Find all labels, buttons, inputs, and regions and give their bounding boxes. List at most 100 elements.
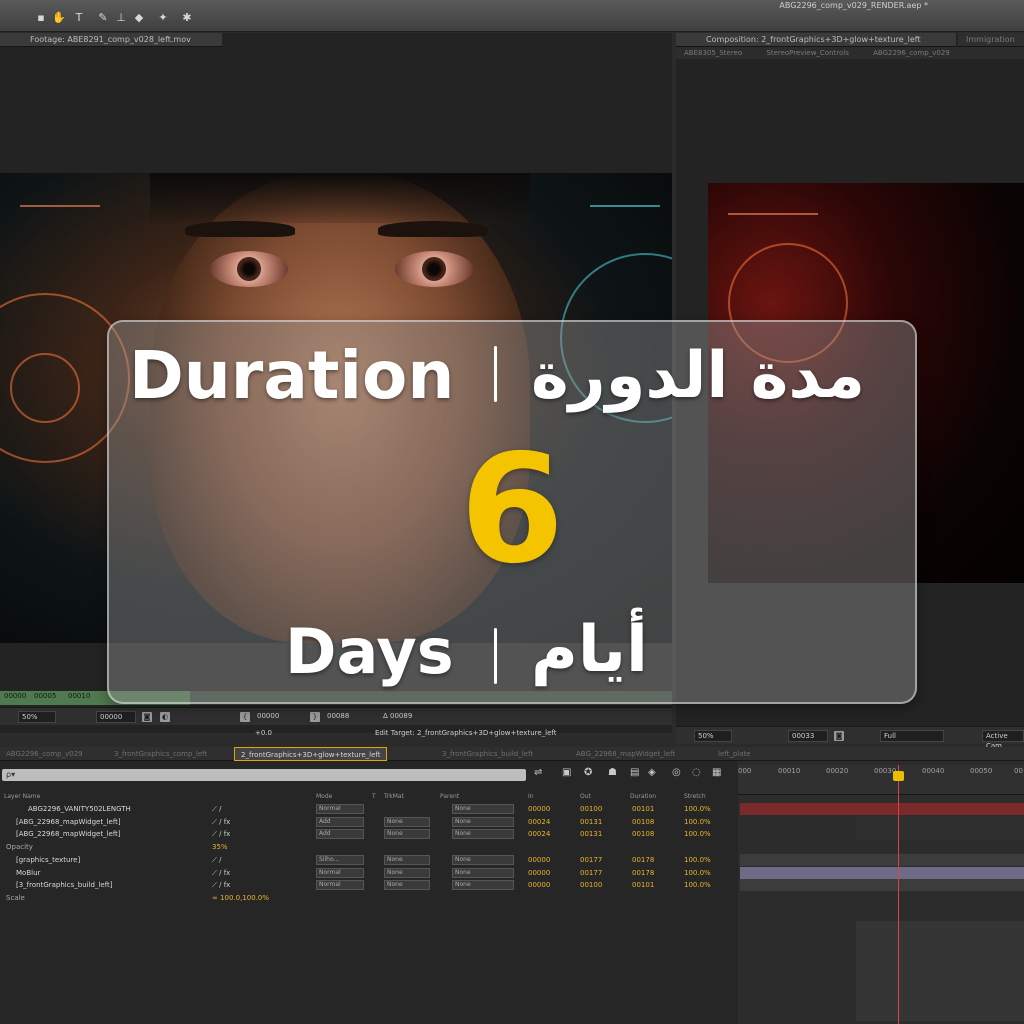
render-icon[interactable]: ▦ [712, 767, 721, 778]
timeline-graph[interactable]: 000 00010 00020 00030 00040 00050 00 [738, 761, 1024, 1024]
brainstorm-icon[interactable]: ◌ [692, 767, 701, 778]
clone-tool-icon[interactable]: ⊥ [114, 11, 128, 25]
layer-switches[interactable]: ⟋ ∕ fx [212, 879, 230, 891]
layer-out[interactable]: 00177 [580, 867, 602, 879]
hand-tool-icon[interactable]: ✋ [52, 11, 66, 25]
layer-search-input[interactable]: ρ▾ [2, 769, 526, 781]
layer-in[interactable]: 00024 [528, 828, 550, 840]
puppet-tool-icon[interactable]: ✱ [180, 11, 194, 25]
layer-parent-select[interactable]: None [452, 804, 514, 814]
timeline-tab[interactable]: ABG2296_comp_v029 [0, 747, 89, 761]
layer-row[interactable]: [graphics_texture] ⟋ ∕ Silho... None Non… [0, 854, 736, 866]
layer-row[interactable]: [3_frontGraphics_build_left] ⟋ ∕ fx Norm… [0, 879, 736, 891]
layer-row[interactable]: [ABG_22968_mapWidget_left] ⟋ ∕ fx Add No… [0, 828, 736, 840]
comp-mini-flowchart-icon[interactable]: ⇌ [534, 767, 542, 778]
col-out[interactable]: Out [580, 793, 591, 800]
layer-in[interactable]: 00024 [528, 816, 550, 828]
col-duration[interactable]: Duration [630, 793, 656, 800]
col-mode[interactable]: Mode [316, 793, 332, 800]
layer-bar[interactable] [740, 854, 1024, 866]
layer-bar[interactable] [740, 879, 1024, 891]
comp-timecode[interactable]: 00033 [788, 730, 828, 742]
shy-icon[interactable]: ☗ [608, 767, 617, 778]
layer-in[interactable]: 00000 [528, 867, 550, 879]
layer-duration[interactable]: 00101 [632, 879, 654, 891]
scale-property[interactable]: Scale ∞ 100.0,100.0% [0, 892, 736, 904]
layer-trkmat-select[interactable]: None [384, 855, 430, 865]
comp-snapshot-icon[interactable]: ◙ [834, 731, 844, 741]
layer-out[interactable]: 00100 [580, 803, 602, 815]
layer-stretch[interactable]: 100.0% [684, 828, 711, 840]
layer-in[interactable]: 00000 [528, 803, 550, 815]
layer-mode-select[interactable]: Normal [316, 804, 364, 814]
subtab-stereo[interactable]: ABE8305_Stereo [684, 49, 742, 57]
layer-mode-select[interactable]: Normal [316, 880, 364, 890]
timeline-tab[interactable]: ABG_22968_mapWidget_left [570, 747, 681, 761]
comp-zoom-select[interactable]: 50% [694, 730, 732, 742]
layer-switches[interactable]: ⟋ ∕ [212, 854, 221, 866]
layer-bar[interactable] [740, 803, 1024, 815]
layer-switches[interactable]: ⟋ ∕ [212, 803, 221, 815]
layer-parent-select[interactable]: None [452, 855, 514, 865]
col-trkmat[interactable]: TrkMat [384, 793, 404, 800]
immigration-tab[interactable]: Immigration [958, 33, 1024, 47]
col-in[interactable]: In [528, 793, 534, 800]
footage-tab[interactable]: Footage: ABE8291_comp_v028_left.mov [0, 33, 222, 47]
layer-out[interactable]: 00131 [580, 828, 602, 840]
layer-duration[interactable]: 00178 [632, 867, 654, 879]
motion-blur-icon[interactable]: ◈ [648, 767, 656, 778]
timeline-tab[interactable]: 3_frontGraphics_comp_left [108, 747, 213, 761]
footage-zoom-select[interactable]: 50% [18, 711, 56, 723]
layer-parent-select[interactable]: None [452, 829, 514, 839]
layer-duration[interactable]: 00108 [632, 816, 654, 828]
subtab-stereo-preview[interactable]: StereoPreview_Controls [766, 49, 849, 57]
layer-duration[interactable]: 00178 [632, 854, 654, 866]
col-t[interactable]: T [372, 793, 376, 800]
layer-parent-select[interactable]: None [452, 880, 514, 890]
layer-out[interactable]: 00100 [580, 879, 602, 891]
timeline-tab-active[interactable]: 2_frontGraphics+3D+glow+texture_left [234, 747, 388, 761]
graph-editor-icon[interactable]: ◎ [672, 767, 681, 778]
pen-tool-icon[interactable]: ✎ [96, 11, 110, 25]
layer-parent-select[interactable]: None [452, 868, 514, 878]
channel-icon[interactable]: ◐ [160, 712, 170, 722]
layer-switches[interactable]: ⟋ ∕ fx [212, 816, 230, 828]
type-tool-icon[interactable]: T [72, 11, 86, 25]
resolution-select[interactable]: Full [880, 730, 944, 742]
subtab-comp[interactable]: ABG2296_comp_v029 [873, 49, 950, 57]
live-update-icon[interactable]: ▣ [562, 767, 571, 778]
col-stretch[interactable]: Stretch [684, 793, 706, 800]
roto-tool-icon[interactable]: ✦ [156, 11, 170, 25]
scale-value[interactable]: ∞ 100.0,100.0% [212, 892, 269, 904]
layer-trkmat-select[interactable]: None [384, 868, 430, 878]
layer-in[interactable]: 00000 [528, 854, 550, 866]
opacity-property[interactable]: Opacity 35% [0, 841, 736, 853]
timeline-ruler[interactable]: 000 00010 00020 00030 00040 00050 00 [738, 765, 1024, 795]
current-time-handle[interactable] [893, 771, 904, 781]
layer-row[interactable]: [ABG_22968_mapWidget_left] ⟋ ∕ fx Add No… [0, 816, 736, 828]
layer-switches[interactable]: ⟋ ∕ fx [212, 867, 230, 879]
set-out-icon[interactable]: } [310, 712, 320, 722]
layer-out[interactable]: 00177 [580, 854, 602, 866]
layer-row[interactable]: ABG2296_VANITY502LENGTH ⟋ ∕ Normal None … [0, 803, 736, 815]
set-in-icon[interactable]: { [240, 712, 250, 722]
exposure-value[interactable]: +0.0 [252, 728, 292, 740]
col-parent[interactable]: Parent [440, 793, 459, 800]
frame-blend-icon[interactable]: ▤ [630, 767, 639, 778]
layer-trkmat-select[interactable]: None [384, 829, 430, 839]
layer-row[interactable]: MoBlur ⟋ ∕ fx Normal None None 00000 001… [0, 867, 736, 879]
selection-tool-icon[interactable]: ▪ [34, 11, 48, 25]
camera-select[interactable]: Active Cam [982, 730, 1024, 750]
layer-mode-select[interactable]: Normal [316, 868, 364, 878]
layer-duration[interactable]: 00101 [632, 803, 654, 815]
opacity-value[interactable]: 35% [212, 841, 228, 853]
layer-stretch[interactable]: 100.0% [684, 879, 711, 891]
col-layer-name[interactable]: Layer Name [4, 793, 40, 800]
layer-in[interactable]: 00000 [528, 879, 550, 891]
layer-stretch[interactable]: 100.0% [684, 854, 711, 866]
layer-bar[interactable] [856, 828, 1024, 840]
eraser-tool-icon[interactable]: ◆ [132, 11, 146, 25]
timeline-tab[interactable]: 3_frontGraphics_build_left [436, 747, 539, 761]
snapshot-icon[interactable]: ◙ [142, 712, 152, 722]
timeline-tab[interactable]: left_plate [712, 747, 757, 761]
